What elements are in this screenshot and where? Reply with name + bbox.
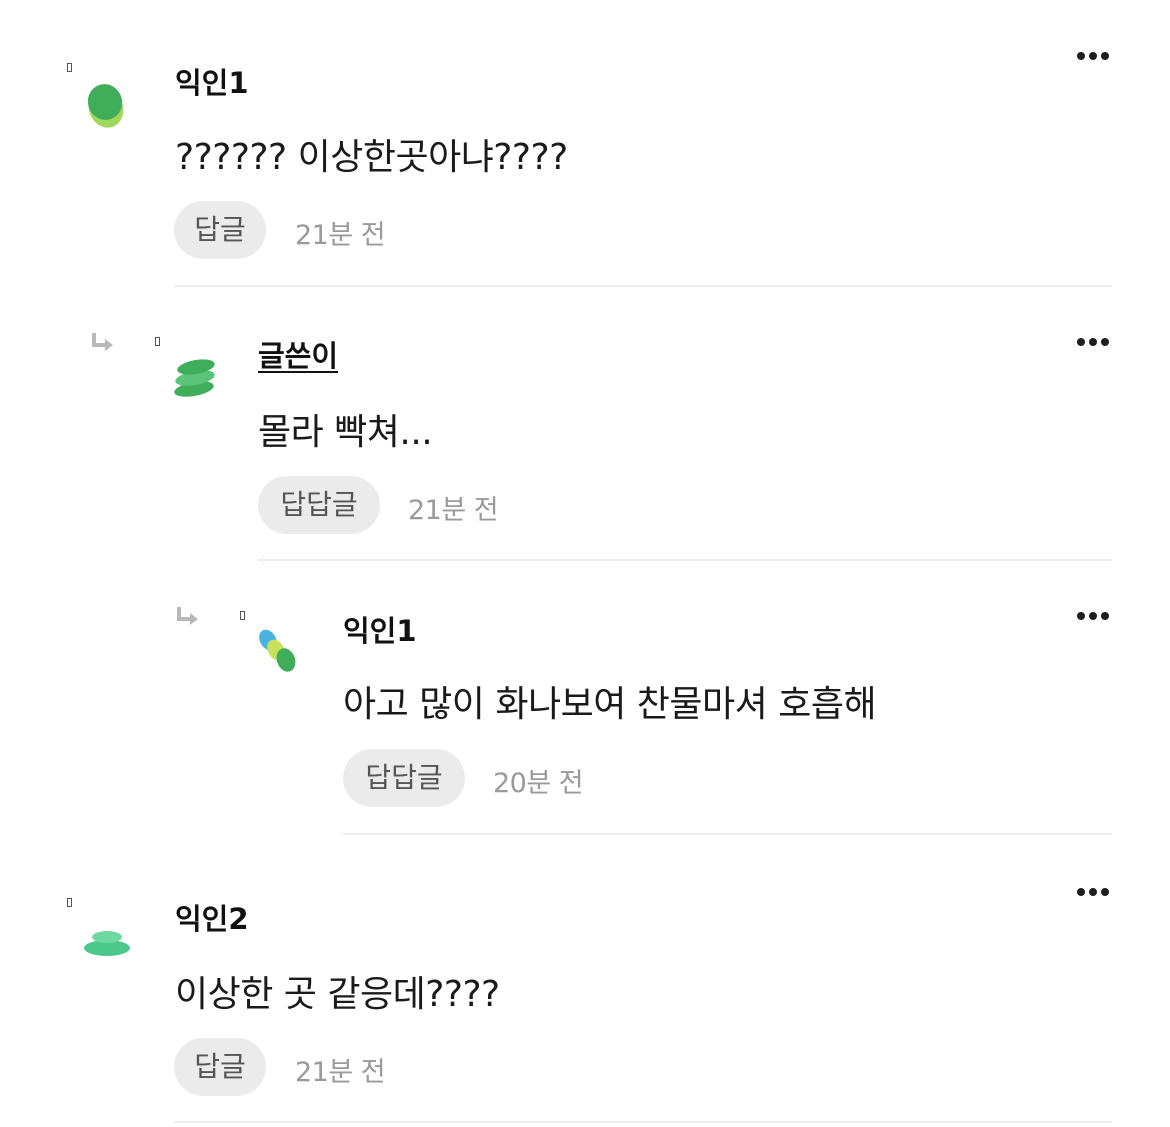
more-options-button[interactable] bbox=[1074, 49, 1112, 63]
more-dot bbox=[1077, 52, 1085, 60]
unknown-glyph-icon bbox=[67, 63, 72, 72]
comment-text: 몰라 빡쳐... bbox=[258, 412, 433, 453]
more-dot bbox=[1101, 612, 1109, 620]
more-options-button[interactable] bbox=[1074, 609, 1112, 623]
avatar bbox=[87, 84, 124, 128]
more-dot bbox=[1077, 888, 1085, 896]
avatar bbox=[174, 359, 215, 397]
more-options-button[interactable] bbox=[1074, 885, 1112, 899]
reply-arrow-icon bbox=[177, 607, 198, 625]
more-dot bbox=[1089, 612, 1097, 620]
reply-button[interactable]: 답글 bbox=[174, 201, 266, 259]
comment-timestamp: 20분 전 bbox=[493, 768, 584, 799]
divider bbox=[343, 833, 1112, 835]
more-options-button[interactable] bbox=[1074, 335, 1112, 349]
divider bbox=[174, 285, 1112, 287]
avatar bbox=[259, 629, 296, 672]
reply-button[interactable]: 답답글 bbox=[343, 749, 465, 807]
more-dot bbox=[1077, 338, 1085, 346]
divider bbox=[174, 1121, 1112, 1123]
more-dot bbox=[1089, 338, 1097, 346]
unknown-glyph-icon bbox=[240, 611, 245, 620]
more-dot bbox=[1101, 888, 1109, 896]
comment-timestamp: 21분 전 bbox=[408, 495, 499, 526]
more-dot bbox=[1077, 612, 1085, 620]
comment-author[interactable]: 익인2 bbox=[175, 896, 249, 938]
comment-author[interactable]: 익인1 bbox=[175, 60, 249, 102]
unknown-glyph-icon bbox=[67, 898, 72, 907]
reply-button[interactable]: 답답글 bbox=[258, 476, 380, 534]
comment-text: ?????? 이상한곳아냐???? bbox=[175, 137, 568, 178]
comment-text: 이상한 곳 같응데???? bbox=[175, 974, 500, 1015]
avatar bbox=[84, 931, 130, 956]
more-dot bbox=[1089, 888, 1097, 896]
more-dot bbox=[1089, 52, 1097, 60]
more-dot bbox=[1101, 52, 1109, 60]
reply-button[interactable]: 답글 bbox=[174, 1038, 266, 1096]
comment-author[interactable]: 글쓴이 bbox=[258, 333, 338, 375]
comment-text: 아고 많이 화나보여 찬물마셔 호흡해 bbox=[343, 684, 877, 725]
comment-timestamp: 21분 전 bbox=[295, 220, 386, 251]
unknown-glyph-icon bbox=[155, 337, 160, 346]
divider bbox=[258, 559, 1112, 561]
reply-arrow-icon bbox=[92, 333, 113, 351]
comment-timestamp: 21분 전 bbox=[295, 1057, 386, 1088]
more-dot bbox=[1101, 338, 1109, 346]
comment-author[interactable]: 익인1 bbox=[343, 608, 417, 650]
